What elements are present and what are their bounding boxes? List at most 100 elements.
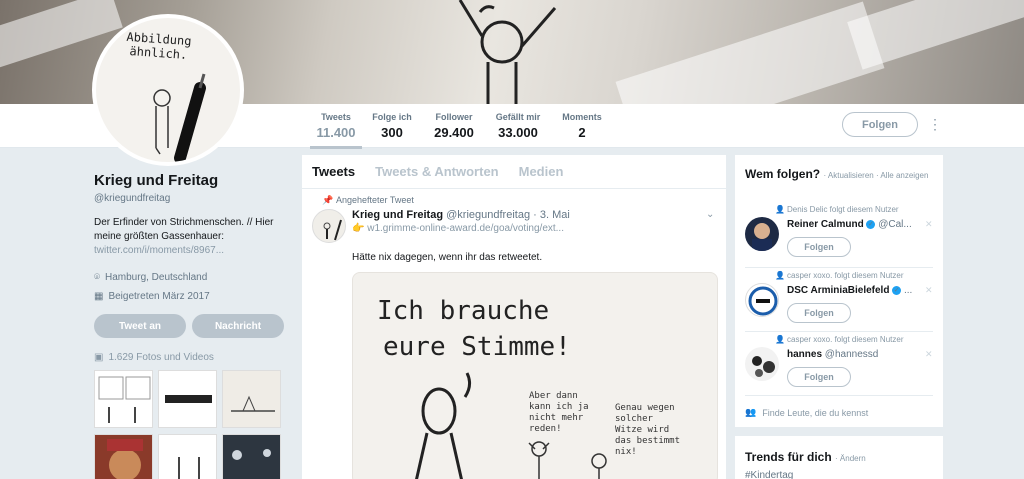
joined-text: Beigetreten März 2017 <box>108 291 210 302</box>
find-people-text: Finde Leute, die du kennst <box>762 407 869 418</box>
more-options-icon[interactable]: ⋮ <box>928 116 942 132</box>
follow-button[interactable]: Folgen <box>787 367 851 387</box>
find-people-link[interactable]: 👥 Finde Leute, die du kennst <box>745 407 868 418</box>
avatar[interactable] <box>745 217 779 251</box>
stat-label: Tweets <box>321 112 351 122</box>
recommended-handle: @hannessd <box>824 349 879 360</box>
follow-button[interactable]: Folgen <box>842 112 918 137</box>
stat-label: Moments <box>562 112 602 122</box>
logo-thumbnail-image <box>165 395 212 403</box>
avatar[interactable] <box>745 347 779 381</box>
media-thumbnail[interactable] <box>158 370 217 428</box>
tweet-avatar-image <box>323 219 342 241</box>
trends-header: Trends für dich · Ändern <box>745 450 866 464</box>
media-thumbnail[interactable] <box>94 370 153 428</box>
tweet-text: Hätte nix dagegen, wenn ihr das retweete… <box>352 252 543 263</box>
pinned-label: 📌 Angehefteter Tweet <box>322 195 414 205</box>
avatar[interactable] <box>745 283 779 317</box>
photo-icon: ▣ <box>94 352 104 363</box>
recommendation-name[interactable]: hannes @hannessd <box>787 349 917 360</box>
stick-figure-drawing <box>458 0 557 104</box>
person-icon: 👤 <box>775 335 785 344</box>
trends-panel: Trends für dich · Ändern #Kindertag <box>735 436 943 479</box>
media-thumbnail[interactable] <box>222 434 281 479</box>
recommendation-context: 👤 Denis Delic folgt diesem Nutzer <box>775 205 899 214</box>
stat-likes[interactable]: Gefällt mir 33.000 <box>492 112 544 140</box>
timeline: Tweets Tweets & Antworten Medien 📌 Angeh… <box>302 155 726 479</box>
tab-tweets[interactable]: Tweets <box>312 164 355 179</box>
tab-media[interactable]: Medien <box>519 164 564 179</box>
who-to-follow-header: Wem folgen? · Aktualisieren · Alle anzei… <box>745 167 935 183</box>
recommended-handle: @Cal... <box>878 219 912 230</box>
stat-moments[interactable]: Moments 2 <box>560 112 604 140</box>
photos-videos-link[interactable]: ▣ 1.629 Fotos und Videos <box>94 352 214 363</box>
media-thumbnail[interactable] <box>94 434 153 479</box>
divider <box>745 331 933 332</box>
stat-value: 11.400 <box>316 125 356 140</box>
bio-link[interactable]: twitter.com/i/moments/8967... <box>94 245 224 256</box>
chevron-down-icon[interactable]: ⌄ <box>706 209 714 220</box>
photos-count: 1.629 Fotos und Videos <box>108 352 214 363</box>
avatar[interactable]: Abbildung ähnlich. <box>92 14 244 166</box>
profile-name[interactable]: Krieg und Freitag <box>94 172 294 189</box>
recommended-name: Reiner Calmund <box>787 219 864 230</box>
tweet-to-button[interactable]: Tweet an <box>94 314 186 338</box>
avatar-image <box>752 223 772 251</box>
stat-value: 300 <box>381 125 403 140</box>
recommendation-name[interactable]: Reiner Calmund ✓ @Cal... <box>787 219 917 230</box>
follow-button[interactable]: Folgen <box>787 303 851 323</box>
pinned-text: Angehefteter Tweet <box>336 195 414 205</box>
location-icon: ⌾ <box>94 272 100 283</box>
recommendation-context: 👤 casper xoxo. folgt diesem Nutzer <box>775 271 904 280</box>
comic-thumbnail-image <box>178 457 200 479</box>
tweet-link[interactable]: 👉 w1.grimme-online-award.de/goa/voting/e… <box>352 223 564 234</box>
stat-followers[interactable]: Follower 29.400 <box>430 112 478 140</box>
stat-tweets[interactable]: Tweets 11.400 <box>310 112 362 149</box>
stat-following[interactable]: Folge ich 300 <box>370 112 414 140</box>
media-thumbnail[interactable] <box>158 434 217 479</box>
media-thumbnail[interactable] <box>222 370 281 428</box>
character-thumbnail-image <box>107 439 143 479</box>
refresh-view-all-links[interactable]: · Aktualisieren · Alle anzeigen <box>823 171 928 180</box>
recommended-name: hannes <box>787 349 823 360</box>
paper-fold <box>847 0 1024 70</box>
pin-icon: 📌 <box>322 195 334 205</box>
people-icon: 👥 <box>745 407 757 417</box>
tab-tweets-replies[interactable]: Tweets & Antworten <box>375 164 499 179</box>
tweet-author-name[interactable]: Krieg und Freitag <box>352 209 443 221</box>
profile-card: Krieg und Freitag @kriegundfreitag Der E… <box>94 172 294 302</box>
tweet-header: Krieg und Freitag @kriegundfreitag · 3. … <box>352 209 570 221</box>
close-icon[interactable]: ✕ <box>925 349 933 360</box>
trend-item[interactable]: #Kindertag <box>745 470 793 479</box>
bio-text: Der Erfinder von Strichmenschen. // Hier… <box>94 217 274 242</box>
stat-label: Folge ich <box>372 112 412 122</box>
tweet-author-handle[interactable]: @kriegundfreitag · 3. Mai <box>446 209 570 221</box>
avatar-caption-line: ähnlich. <box>129 44 188 63</box>
message-button[interactable]: Nachricht <box>192 314 284 338</box>
tweet-image[interactable]: Ich brauche eure Stimme! Aber dann kann … <box>352 272 718 479</box>
recommendation-name[interactable]: DSC ArminiaBielefeld ✓ ... <box>787 285 917 296</box>
stat-value: 33.000 <box>498 125 538 140</box>
tweet-avatar[interactable] <box>312 209 346 243</box>
avatar-image <box>748 286 778 316</box>
verified-icon: ✓ <box>892 285 902 295</box>
avatar-caption: Abbildung ähnlich. <box>125 30 192 62</box>
timeline-tabs: Tweets Tweets & Antworten Medien <box>302 155 726 189</box>
profile-actions: Tweet an Nachricht <box>94 314 284 338</box>
close-icon[interactable]: ✕ <box>925 219 933 230</box>
profile-handle[interactable]: @kriegundfreitag <box>94 193 294 204</box>
person-icon: 👤 <box>775 205 785 214</box>
person-icon: 👤 <box>775 271 785 280</box>
trends-change-link[interactable]: · Ändern <box>835 454 866 463</box>
divider <box>745 267 933 268</box>
trends-title: Trends für dich <box>745 450 832 464</box>
close-icon[interactable]: ✕ <box>925 285 933 296</box>
follow-button[interactable]: Folgen <box>787 237 851 257</box>
comic-thumbnail-image <box>231 395 275 412</box>
recommended-name: DSC ArminiaBielefeld <box>787 285 890 296</box>
pen-drawing <box>153 73 206 162</box>
avatar-image <box>752 356 775 377</box>
stick-figures-drawing <box>415 372 607 479</box>
context-text: casper xoxo. folgt diesem Nutzer <box>787 335 904 344</box>
stat-label: Follower <box>435 112 473 122</box>
